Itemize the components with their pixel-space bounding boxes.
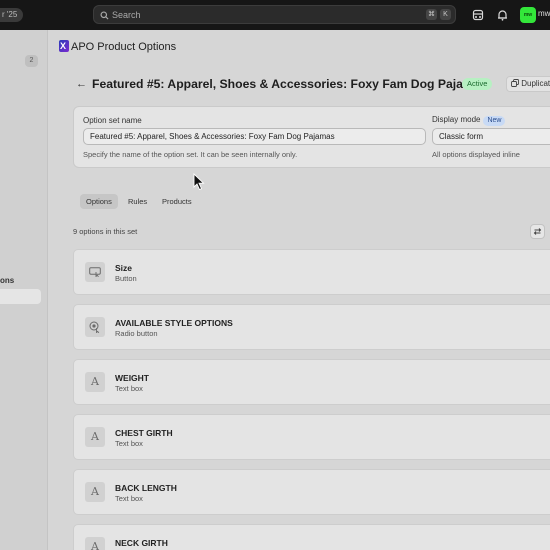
text-icon: A bbox=[85, 482, 105, 502]
option-row-back-length[interactable]: A BACK LENGTH Text box bbox=[73, 469, 550, 515]
display-mode-help: All options displayed inline bbox=[432, 150, 520, 159]
option-type: Radio button bbox=[115, 329, 158, 338]
reorder-icon bbox=[533, 228, 542, 235]
notification-bell-icon[interactable] bbox=[497, 9, 508, 24]
option-set-settings-card: Option set name Featured #5: Apparel, Sh… bbox=[73, 106, 550, 168]
store-icon[interactable] bbox=[472, 9, 484, 24]
option-type: Text box bbox=[115, 384, 143, 393]
tab-products[interactable]: Products bbox=[156, 194, 198, 209]
option-row-neck-girth[interactable]: A NECK GIRTH Text box bbox=[73, 524, 550, 550]
copy-icon bbox=[511, 79, 519, 87]
mouse-cursor-icon bbox=[193, 172, 205, 194]
search-icon bbox=[100, 9, 109, 23]
new-badge: New bbox=[483, 116, 506, 126]
option-set-name-input[interactable]: Featured #5: Apparel, Shoes & Accessorie… bbox=[83, 128, 426, 145]
tab-options[interactable]: Options bbox=[80, 194, 118, 209]
option-set-name-help: Specify the name of the option set. It c… bbox=[83, 150, 298, 159]
page-title: Featured #5: Apparel, Shoes & Accessorie… bbox=[92, 77, 488, 91]
text-icon: A bbox=[85, 372, 105, 392]
search-placeholder: Search bbox=[112, 10, 141, 20]
option-type: Text box bbox=[115, 494, 143, 503]
option-type: Text box bbox=[115, 439, 143, 448]
button-icon bbox=[85, 262, 105, 282]
display-mode-select[interactable]: Classic form bbox=[432, 128, 550, 145]
option-name: WEIGHT bbox=[115, 373, 149, 383]
sidebar-item-active[interactable] bbox=[0, 289, 41, 304]
app-logo-icon bbox=[59, 40, 69, 52]
sidebar-section-label: ons bbox=[0, 276, 15, 285]
status-badge: Active bbox=[462, 78, 493, 90]
shortcut-k-key: K bbox=[440, 9, 451, 20]
avatar[interactable]: mw bbox=[520, 7, 536, 23]
top-bar: r '25 Search ⌘ K mw mw bbox=[0, 0, 550, 30]
tab-rules[interactable]: Rules bbox=[122, 194, 153, 209]
reorder-button[interactable] bbox=[530, 224, 545, 239]
option-name: CHEST GIRTH bbox=[115, 428, 173, 438]
back-arrow-icon[interactable]: ← bbox=[76, 78, 87, 90]
option-name: BACK LENGTH bbox=[115, 483, 177, 493]
option-type: Button bbox=[115, 274, 137, 283]
option-name: NECK GIRTH bbox=[115, 538, 168, 548]
text-icon: A bbox=[85, 427, 105, 447]
app-title-text: APO Product Options bbox=[71, 41, 177, 53]
option-row-chest-girth[interactable]: A CHEST GIRTH Text box bbox=[73, 414, 550, 460]
sidebar: 2 ons bbox=[0, 30, 48, 550]
app-title: APO Product Options bbox=[59, 40, 176, 53]
options-count: 9 options in this set bbox=[73, 227, 138, 236]
duplicate-button[interactable]: Duplicate bbox=[506, 76, 550, 92]
option-row-size[interactable]: Size Button bbox=[73, 249, 550, 295]
search-input[interactable]: Search ⌘ K bbox=[93, 5, 456, 24]
option-name: Size bbox=[115, 263, 133, 273]
option-row-weight[interactable]: A WEIGHT Text box bbox=[73, 359, 550, 405]
shortcut-cmd-key: ⌘ bbox=[426, 9, 437, 20]
option-set-name-label: Option set name bbox=[83, 116, 142, 125]
user-name[interactable]: mw bbox=[538, 9, 550, 18]
edition-pill[interactable]: r '25 bbox=[0, 8, 24, 22]
option-name: AVAILABLE STYLE OPTIONS bbox=[115, 318, 233, 328]
option-row-available-style-options[interactable]: AVAILABLE STYLE OPTIONS Radio button bbox=[73, 304, 550, 350]
display-mode-label: Display mode New bbox=[432, 115, 506, 126]
display-mode-label-text: Display mode bbox=[432, 115, 481, 124]
text-icon: A bbox=[85, 537, 105, 550]
radio-icon bbox=[85, 317, 105, 337]
duplicate-label: Duplicate bbox=[521, 79, 550, 88]
sidebar-count-badge: 2 bbox=[25, 55, 38, 67]
